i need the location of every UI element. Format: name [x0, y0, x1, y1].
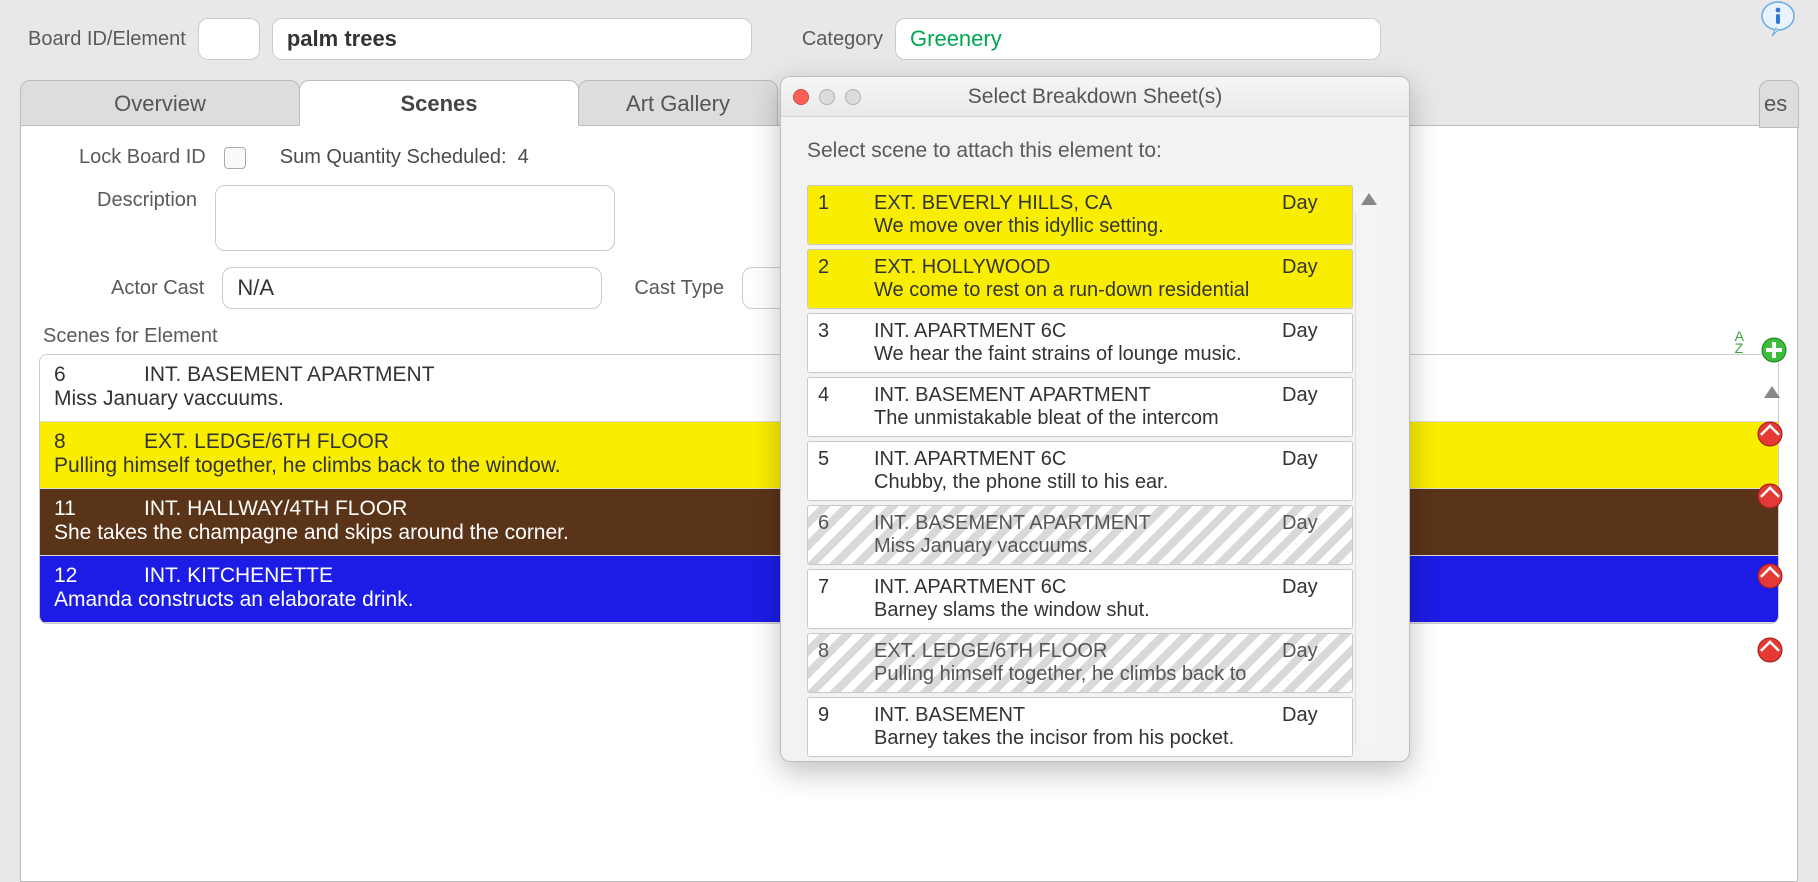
window-controls	[793, 89, 861, 105]
delete-scene-icon[interactable]	[1756, 482, 1784, 510]
sheet-time-of-day: Day	[1282, 512, 1342, 535]
scene-number: 6	[54, 363, 144, 387]
sum-qty-text: Sum Quantity Scheduled:	[280, 146, 507, 168]
actor-cast-label: Actor Cast	[111, 277, 204, 300]
sheet-number: 4	[818, 384, 874, 407]
sheet-number: 9	[818, 704, 874, 727]
scrollbar[interactable]	[1355, 185, 1383, 745]
breakdown-sheet-item[interactable]: 4INT. BASEMENT APARTMENTDayThe unmistaka…	[807, 377, 1353, 437]
scene-slug: INT. KITCHENETTE	[144, 564, 333, 588]
sum-qty-value: 4	[518, 146, 529, 168]
tab-art-gallery[interactable]: Art Gallery	[578, 80, 778, 126]
sheet-description: Barney slams the window shut.	[818, 599, 1342, 622]
tab-overview[interactable]: Overview	[20, 80, 300, 126]
description-label: Description	[97, 185, 197, 212]
sheet-number: 2	[818, 256, 874, 279]
sheet-time-of-day: Day	[1282, 320, 1342, 343]
description-textarea[interactable]	[215, 185, 615, 251]
scroll-up-triangle-icon[interactable]	[1760, 380, 1784, 404]
sheet-slug: INT. BASEMENT APARTMENT	[874, 512, 1282, 535]
sort-az-z: Z	[1735, 342, 1744, 354]
dialog-instruction: Select scene to attach this element to:	[807, 139, 1383, 163]
sheet-number: 1	[818, 192, 874, 215]
sort-az-icon[interactable]: A Z	[1735, 330, 1744, 354]
actor-cast-input[interactable]	[222, 267, 602, 309]
scene-number: 12	[54, 564, 144, 588]
scroll-up-button[interactable]	[1355, 185, 1383, 213]
breakdown-sheet-item[interactable]: 1EXT. BEVERLY HILLS, CADayWe move over t…	[807, 185, 1353, 245]
breakdown-sheet-item[interactable]: 8EXT. LEDGE/6TH FLOORDayPulling himself …	[807, 633, 1353, 693]
select-breakdown-sheet-dialog: Select Breakdown Sheet(s) Select scene t…	[780, 76, 1410, 762]
sheet-time-of-day: Day	[1282, 576, 1342, 599]
sheet-slug: EXT. HOLLYWOOD	[874, 256, 1282, 279]
minimize-window-button[interactable]	[819, 89, 835, 105]
sheet-slug: EXT. LEDGE/6TH FLOOR	[874, 640, 1282, 663]
sheet-number: 8	[818, 640, 874, 663]
sheet-description: We hear the faint strains of lounge musi…	[818, 343, 1342, 366]
sheet-description: We move over this idyllic setting.	[818, 215, 1342, 238]
sheet-description: The unmistakable bleat of the intercom	[818, 407, 1342, 430]
sheet-number: 6	[818, 512, 874, 535]
sheet-time-of-day: Day	[1282, 704, 1342, 727]
breakdown-sheet-item[interactable]: 7INT. APARTMENT 6CDayBarney slams the wi…	[807, 569, 1353, 629]
sheet-time-of-day: Day	[1282, 448, 1342, 471]
sheet-time-of-day: Day	[1282, 192, 1342, 215]
delete-scene-icon[interactable]	[1756, 636, 1784, 664]
breakdown-sheet-item[interactable]: 5INT. APARTMENT 6CDayChubby, the phone s…	[807, 441, 1353, 501]
lock-board-id-checkbox[interactable]	[224, 147, 246, 169]
breakdown-sheet-item[interactable]: 3INT. APARTMENT 6CDayWe hear the faint s…	[807, 313, 1353, 373]
sheet-number: 7	[818, 576, 874, 599]
breakdown-sheet-item[interactable]: 9INT. BASEMENTDayBarney takes the inciso…	[807, 697, 1353, 757]
cast-type-label: Cast Type	[634, 277, 724, 300]
scene-number: 8	[54, 430, 144, 454]
scene-slug: INT. HALLWAY/4TH FLOOR	[144, 497, 407, 521]
sheet-description: Chubby, the phone still to his ear.	[818, 471, 1342, 494]
sheet-slug: INT. APARTMENT 6C	[874, 448, 1282, 471]
sheet-description: We come to rest on a run-down residentia…	[818, 279, 1342, 302]
breakdown-sheet-list: 1EXT. BEVERLY HILLS, CADayWe move over t…	[807, 185, 1383, 745]
sheet-time-of-day: Day	[1282, 256, 1342, 279]
sheet-slug: INT. BASEMENT APARTMENT	[874, 384, 1282, 407]
sheet-slug: INT. APARTMENT 6C	[874, 320, 1282, 343]
sheet-description: Barney takes the incisor from his pocket…	[818, 727, 1342, 750]
sheet-slug: EXT. BEVERLY HILLS, CA	[874, 192, 1282, 215]
sheet-time-of-day: Day	[1282, 640, 1342, 663]
sheet-number: 3	[818, 320, 874, 343]
sheet-slug: INT. APARTMENT 6C	[874, 576, 1282, 599]
element-name-input[interactable]	[272, 18, 752, 60]
sheet-number: 5	[818, 448, 874, 471]
board-id-label: Board ID/Element	[28, 28, 186, 51]
scene-slug: INT. BASEMENT APARTMENT	[144, 363, 435, 387]
zoom-window-button[interactable]	[845, 89, 861, 105]
sheet-time-of-day: Day	[1282, 384, 1342, 407]
sheet-description: Pulling himself together, he climbs back…	[818, 663, 1342, 686]
tab-hidden-fragment[interactable]: es	[1759, 80, 1799, 128]
element-header-form: Board ID/Element Category	[0, 18, 1818, 60]
breakdown-sheet-item[interactable]: 6INT. BASEMENT APARTMENTDayMiss January …	[807, 505, 1353, 565]
breakdown-sheet-item[interactable]: 2EXT. HOLLYWOODDayWe come to rest on a r…	[807, 249, 1353, 309]
lock-board-id-label: Lock Board ID	[79, 146, 206, 169]
category-label: Category	[802, 28, 883, 51]
category-input[interactable]	[895, 18, 1381, 60]
close-window-button[interactable]	[793, 89, 809, 105]
delete-scene-icon[interactable]	[1756, 562, 1784, 590]
board-id-input[interactable]	[198, 18, 260, 60]
sheet-description: Miss January vaccuums.	[818, 535, 1342, 558]
sum-qty-label: Sum Quantity Scheduled: 4	[280, 146, 529, 169]
scene-slug: EXT. LEDGE/6TH FLOOR	[144, 430, 389, 454]
sheet-slug: INT. BASEMENT	[874, 704, 1282, 727]
dialog-titlebar[interactable]: Select Breakdown Sheet(s)	[781, 77, 1409, 117]
add-scene-button[interactable]	[1760, 336, 1788, 364]
dialog-title: Select Breakdown Sheet(s)	[781, 85, 1409, 109]
delete-scene-icon[interactable]	[1756, 420, 1784, 448]
tab-scenes[interactable]: Scenes	[299, 80, 579, 126]
scene-number: 11	[54, 497, 144, 521]
